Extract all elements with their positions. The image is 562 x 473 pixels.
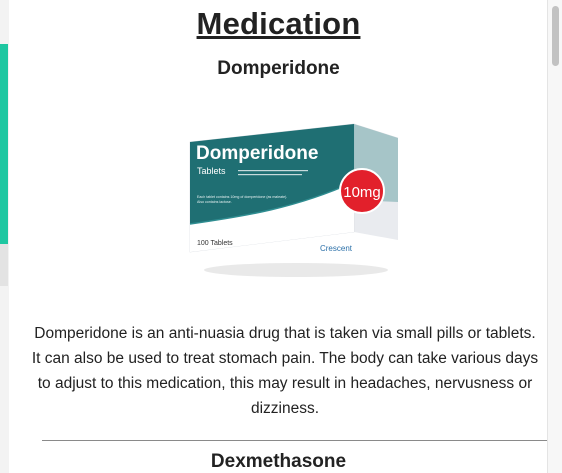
page-title: Medication: [196, 6, 361, 41]
left-gray-block: [0, 244, 8, 286]
medication-name: Dexmethasone: [210, 451, 347, 472]
medication-name: Domperidone: [217, 58, 340, 79]
box-maker: Crescent: [320, 244, 353, 253]
medication-description: Domperidone is an anti-nuasia drug that …: [31, 325, 539, 417]
medicine-box-illustration: 10mg Domperidone Tablets Each tablet con…: [189, 123, 399, 277]
scrollbar-thumb[interactable]: [552, 6, 559, 66]
box-fine-print-1: Each tablet contains 10mg of domperidone…: [197, 195, 287, 199]
domperidone-product-image: 10mg Domperidone Tablets Each tablet con…: [186, 112, 400, 280]
box-form: Tablets: [197, 166, 226, 176]
main-content: Medication Domperidone 10mg Domperidone …: [10, 0, 547, 473]
box-fine-print-2: Also contains lactose.: [197, 200, 232, 204]
vertical-scrollbar[interactable]: [547, 0, 562, 473]
box-brand: Domperidone: [196, 143, 318, 164]
box-count: 100 Tablets: [197, 240, 233, 247]
section-divider: [42, 440, 547, 441]
dose-label: 10mg: [343, 184, 381, 201]
